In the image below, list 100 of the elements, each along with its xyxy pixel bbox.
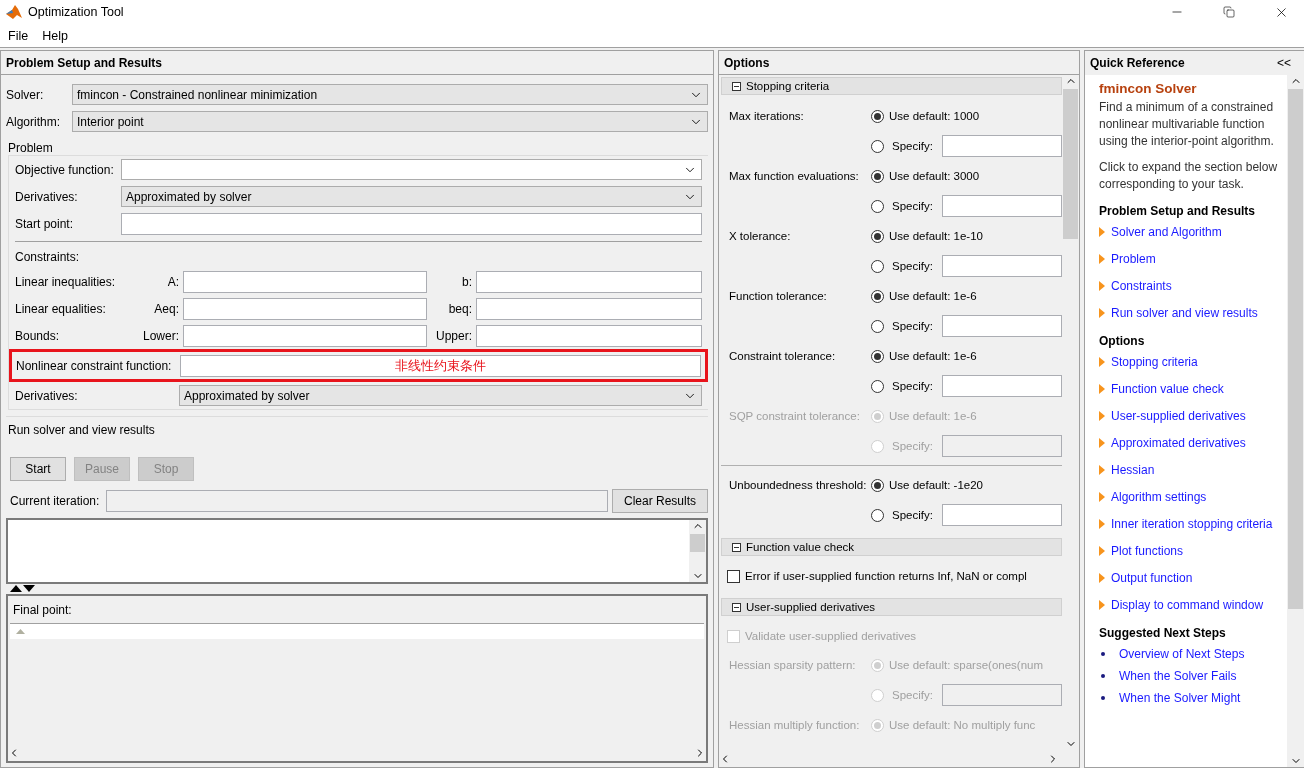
collapse-button[interactable]: << [1269,56,1299,70]
input-field[interactable] [941,435,1062,457]
input-field[interactable] [941,375,1062,397]
button[interactable]: Start [10,457,66,481]
help-link[interactable]: When the Solver Might [1119,690,1241,706]
radio-button[interactable] [871,289,884,303]
restore-icon[interactable] [1223,6,1235,18]
dropdown[interactable]: Interior point [72,111,708,132]
dropdown[interactable]: Approximated by solver [179,385,702,406]
help-link[interactable]: Hessian [1111,462,1155,478]
expand-arrow-icon[interactable] [1099,357,1105,367]
section-header[interactable]: Function value check [721,538,1062,556]
menu-item[interactable]: Help [36,26,74,45]
expand-arrow-icon[interactable] [1099,384,1105,394]
field-label: Objective function: [15,162,115,177]
input-field[interactable] [183,270,427,293]
help-link[interactable]: Solver and Algorithm [1111,224,1222,240]
panel-title: Problem Setup and Results [6,55,163,70]
help-link[interactable]: Display to command window [1111,597,1264,613]
button[interactable]: Clear Results [612,488,708,513]
expand-arrow-icon[interactable] [1099,438,1105,448]
input-field[interactable] [476,297,702,320]
window-title: Optimization Tool [28,5,125,19]
help-link[interactable]: Constraints [1111,278,1172,294]
help-link[interactable]: Output function [1111,570,1193,586]
help-link[interactable]: Stopping criteria [1111,354,1198,370]
option-label: Max function evaluations: [729,170,860,182]
option-label: Hessian sparsity pattern: [729,659,857,671]
input-field[interactable] [183,324,427,347]
scrollbar[interactable] [689,520,706,582]
splitter-arrows-icon[interactable] [10,585,36,592]
checkbox[interactable] [727,569,740,583]
help-link[interactable]: User-supplied derivatives [1111,408,1246,424]
radio-button[interactable] [871,259,884,273]
field-label: b: [461,274,472,289]
expand-arrow-icon[interactable] [1099,546,1105,556]
input-field[interactable] [121,212,702,235]
section-title: Options [1099,334,1146,348]
expand-arrow-icon[interactable] [1099,573,1105,583]
minus-box-icon[interactable] [732,602,741,612]
help-link[interactable]: Algorithm settings [1111,489,1207,505]
radio-label: Specify: [892,440,933,452]
help-link[interactable]: Function value check [1111,381,1224,397]
help-link[interactable]: Approximated derivatives [1111,435,1246,451]
field-label: Solver: [6,87,45,102]
scroll-thumb[interactable] [1288,89,1303,609]
radio-button[interactable] [871,139,884,153]
radio-button[interactable] [871,229,884,243]
radio-label: Use default: 3000 [889,170,980,182]
scroll-thumb[interactable] [1063,89,1078,239]
expand-arrow-icon[interactable] [1099,308,1105,318]
dropdown[interactable]: Approximated by solver [121,186,702,207]
radio-button[interactable] [871,199,884,213]
section-header[interactable]: User-supplied derivatives [721,598,1062,616]
expand-arrow-icon[interactable] [1099,465,1105,475]
expand-arrow-icon[interactable] [1099,227,1105,237]
radio-button[interactable] [871,349,884,363]
help-link[interactable]: Overview of Next Steps [1119,646,1245,662]
scrollbar[interactable] [1287,75,1304,767]
input-field[interactable] [941,684,1062,706]
option-label: X tolerance: [729,230,792,242]
help-link[interactable]: Problem [1111,251,1156,267]
input-field[interactable] [941,195,1062,217]
help-link[interactable]: Inner iteration stopping criteria [1111,516,1273,532]
menu-item[interactable]: File [2,26,35,45]
radio-button[interactable] [871,169,884,183]
input-field[interactable] [941,504,1062,526]
minus-box-icon[interactable] [732,542,741,552]
scroll-thumb[interactable] [690,534,705,552]
field-label: Algorithm: [6,114,62,129]
input-field[interactable] [941,315,1062,337]
radio-button[interactable] [871,319,884,333]
expand-arrow-icon[interactable] [1099,492,1105,502]
help-link[interactable]: Plot functions [1111,543,1184,559]
help-link[interactable]: When the Solver Fails [1119,668,1237,684]
input-field[interactable] [941,255,1062,277]
input-field[interactable] [941,135,1062,157]
dropdown[interactable] [121,159,702,180]
expand-arrow-icon[interactable] [1099,600,1105,610]
radio-button[interactable] [871,478,884,492]
expand-arrow-icon[interactable] [1099,519,1105,529]
help-link[interactable]: Run solver and view results [1111,305,1258,321]
expand-arrow-icon[interactable] [1099,411,1105,421]
minus-box-icon[interactable] [732,81,741,91]
radio-label: Use default: 1000 [889,110,980,122]
input-field[interactable] [476,324,702,347]
dropdown[interactable]: fmincon - Constrained nonlinear minimization [72,84,708,105]
radio-label: Use default: 1e-6 [889,350,977,362]
section-header[interactable]: Stopping criteria [721,77,1062,95]
expand-arrow-icon[interactable] [1099,281,1105,291]
radio-button[interactable] [871,508,884,522]
checkbox-label: Validate user-supplied derivatives [745,630,917,642]
radio-button[interactable] [871,379,884,393]
option-label: Unboundedness threshold: [729,479,868,491]
radio-button[interactable] [871,109,884,123]
input-field[interactable] [476,270,702,293]
input-field[interactable] [183,297,427,320]
section-title: Suggested Next Steps [1099,626,1227,640]
expand-arrow-icon[interactable] [1099,254,1105,264]
input-field[interactable]: 非线性约束条件 [180,354,701,377]
